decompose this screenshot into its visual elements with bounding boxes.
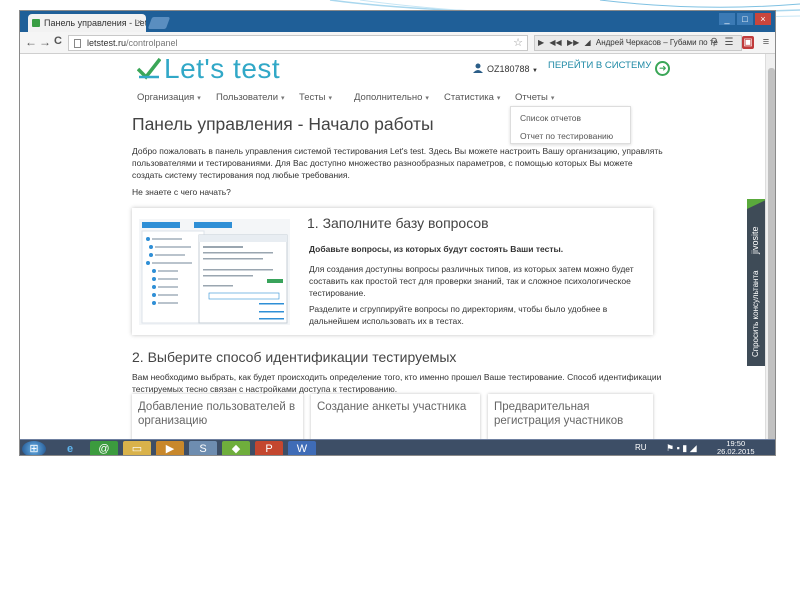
previous-track-icon[interactable]: ◀◀ [549,38,561,47]
browser-tab-strip: Панель управления - Let's × _ □ × [20,11,775,32]
menu-item-statistics[interactable]: Статистика ▾ [444,92,500,103]
enter-system-link[interactable]: ПЕРЕЙТИ В СИСТЕМУ ➜ [548,60,671,76]
user-account[interactable]: OZ180788 ▼ [473,63,538,74]
enter-system-label: ПЕРЕЙТИ В СИСТЕМУ [548,60,652,71]
step2-description: Вам необходимо выбрать, как будет происх… [132,372,662,394]
forward-arrow-icon[interactable]: → [39,35,51,49]
browser-app-icon[interactable]: ◆ [222,441,250,455]
dropdown-item-report-list[interactable]: Список отчетов [520,113,581,123]
windows-taskbar: ⊞ e @ ▭ ▶ S ◆ P W RU ⚑ ▪ ▮ ◢ 19:50 26.02… [20,439,775,456]
scrollbar-thumb[interactable] [768,68,775,448]
page-title: Панель управления - Начало работы [132,114,434,134]
step1-heading: 1. Заполните базу вопросов [307,215,489,231]
user-icon [473,63,483,73]
menu-item-reports[interactable]: Отчеты ▾ [515,92,554,103]
dropdown-item-testing-report[interactable]: Отчет по тестированию [520,131,613,141]
url-path: /controlpanel [126,38,178,48]
presentation-slide: Панель управления - Let's × _ □ × ← → C … [0,0,800,600]
browser-toolbar: ← → C letstest.ru/controlpanel ☆ ▶ ◀◀ ▶▶… [20,32,775,54]
page-scrollbar[interactable] [765,54,775,448]
web-page: Let's test OZ180788 ▼ ПЕРЕЙТИ В СИСТЕМУ ➜… [20,54,765,439]
back-arrow-icon[interactable]: ← [25,35,37,49]
url-domain: letstest.ru [87,38,127,48]
system-clock[interactable]: 19:50 26.02.2015 [717,440,755,456]
play-icon[interactable]: ▶ [538,38,544,47]
media-player-icon[interactable]: ▶ [156,441,184,455]
reports-dropdown: Список отчетов Отчет по тестированию [510,106,631,144]
email-client-icon[interactable]: @ [90,441,118,455]
page-icon [74,39,81,48]
favicon-icon [32,19,40,27]
bookmark-star-icon[interactable]: ☆ [513,36,523,49]
start-button[interactable]: ⊞ [22,441,46,455]
close-window-button[interactable]: × [755,13,771,25]
consultant-chat-widget[interactable]: jivosite Спросить консультанта [747,199,765,366]
arrow-right-icon: ➜ [655,61,671,76]
internet-explorer-icon[interactable]: e [56,441,84,455]
search-icon[interactable]: ⚲ [708,36,720,49]
system-tray-icons[interactable]: ⚑ ▪ ▮ ◢ [666,443,697,454]
option-pre-registration[interactable]: Предварительная регистрация участников [488,394,653,439]
next-track-icon[interactable]: ▶▶ [567,38,579,47]
option-participant-form[interactable]: Создание анкеты участника [311,394,480,439]
caret-down-icon: ▼ [532,68,538,74]
step1-bold-text: Добавьте вопросы, из которых будут состо… [309,244,564,254]
powerpoint-icon[interactable]: P [255,441,283,455]
media-track-title: Андрей Черкасов – Губами по те [595,38,718,47]
maximize-button[interactable]: □ [737,13,753,25]
skype-icon[interactable]: S [189,441,217,455]
step1-card: 1. Заполните базу вопросов Добавьте вопр… [132,208,653,335]
checkmark-logo-icon [137,57,161,80]
question-base-screenshot-thumbnail [139,219,290,325]
option-add-users[interactable]: Добавление пользователей в организацию [132,394,303,439]
address-bar[interactable]: letstest.ru/controlpanel ☆ [68,35,528,51]
step2-heading: 2. Выберите способ идентификации тестиру… [132,349,457,365]
getting-started-question: Не знаете с чего начать? [132,187,231,197]
window-controls: _ □ × [719,13,771,25]
ask-consultant-label: Спросить консультанта [751,270,760,358]
menu-item-additional[interactable]: Дополнительно ▾ [354,92,429,103]
screenshot-frame: Панель управления - Let's × _ □ × ← → C … [19,10,776,456]
file-explorer-icon[interactable]: ▭ [123,441,151,455]
extension-icon[interactable]: ▣ [742,36,754,49]
tab-title: Панель управления - Let's [44,18,146,28]
browser-menu-icon[interactable]: ≡ [760,36,772,49]
menu-item-users[interactable]: Пользователи ▾ [216,92,285,103]
speaker-icon[interactable]: ◢ [584,38,590,47]
menu-item-tests[interactable]: Тесты ▾ [299,92,332,103]
menu-item-organization[interactable]: Организация ▾ [137,92,201,103]
word-icon[interactable]: W [288,441,316,455]
intro-text: Добро пожаловать в панель управления сис… [132,146,663,180]
step1-directories-text: Разделите и сгруппируйте вопросы по дире… [309,304,608,326]
minimize-button[interactable]: _ [719,13,735,25]
user-id: OZ180788 [487,64,530,74]
step1-description: Для создания доступны вопросы различных … [309,264,634,298]
language-indicator[interactable]: RU [635,443,647,452]
tab-close-icon[interactable]: × [137,17,142,27]
menu-icon[interactable]: ☰ [723,36,735,49]
logo-text: Let's test [164,54,281,84]
browser-tab[interactable]: Панель управления - Let's × [28,14,146,32]
reload-icon[interactable]: C [54,35,62,47]
new-tab-button[interactable] [147,17,171,29]
